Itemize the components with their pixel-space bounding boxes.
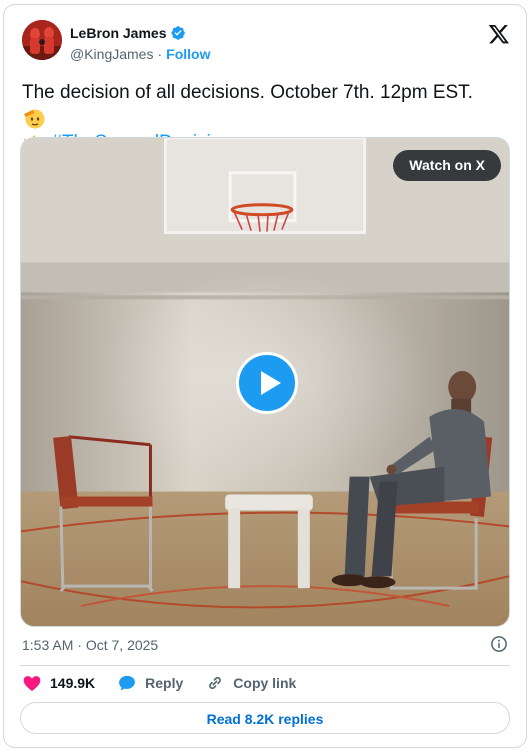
tweet-body: The decision of all decisions. October 7… [22, 82, 473, 103]
play-button[interactable] [236, 352, 298, 414]
heart-icon [23, 676, 41, 691]
avatar[interactable] [22, 20, 62, 60]
tweet-time: 1:53 AM [22, 637, 74, 653]
tweet-date: Oct 7, 2025 [85, 637, 159, 653]
info-icon[interactable] [490, 635, 508, 653]
link-icon [209, 676, 222, 690]
follow-button[interactable]: Follow [166, 46, 210, 62]
avatar-image [22, 20, 62, 60]
timestamp-separator: · [77, 637, 82, 653]
copy-link-button[interactable]: Copy link [205, 673, 296, 693]
action-bar: 149.9K Reply Copy link [22, 673, 318, 693]
author-name[interactable]: LeBron James [70, 25, 166, 41]
like-button[interactable]: 149.9K [22, 673, 95, 693]
author-handle[interactable]: @KingJames [70, 46, 153, 62]
x-logo-icon[interactable] [488, 23, 510, 45]
verified-badge-icon [171, 26, 186, 40]
copy-link-label: Copy link [233, 675, 297, 691]
video-player[interactable]: Watch on X [20, 137, 510, 627]
author-handle-row: @KingJames · Follow [70, 46, 210, 62]
handle-separator: · [157, 46, 163, 62]
divider [20, 665, 510, 666]
watch-on-x-button[interactable]: Watch on X [393, 150, 501, 181]
like-count: 149.9K [50, 675, 96, 691]
author-name-row: LeBron James [70, 25, 186, 41]
tweet-card: LeBron James @KingJames · Follow The dec… [3, 4, 527, 748]
reply-button[interactable]: Reply [117, 673, 183, 693]
tweet-timestamp[interactable]: 1:53 AM · Oct 7, 2025 [22, 637, 158, 653]
read-replies-button[interactable]: Read 8.2K replies [20, 702, 510, 734]
saluting-face-emoji [24, 109, 45, 129]
speech-bubble-icon [119, 675, 136, 691]
reply-label: Reply [145, 675, 184, 691]
play-icon [261, 371, 281, 395]
